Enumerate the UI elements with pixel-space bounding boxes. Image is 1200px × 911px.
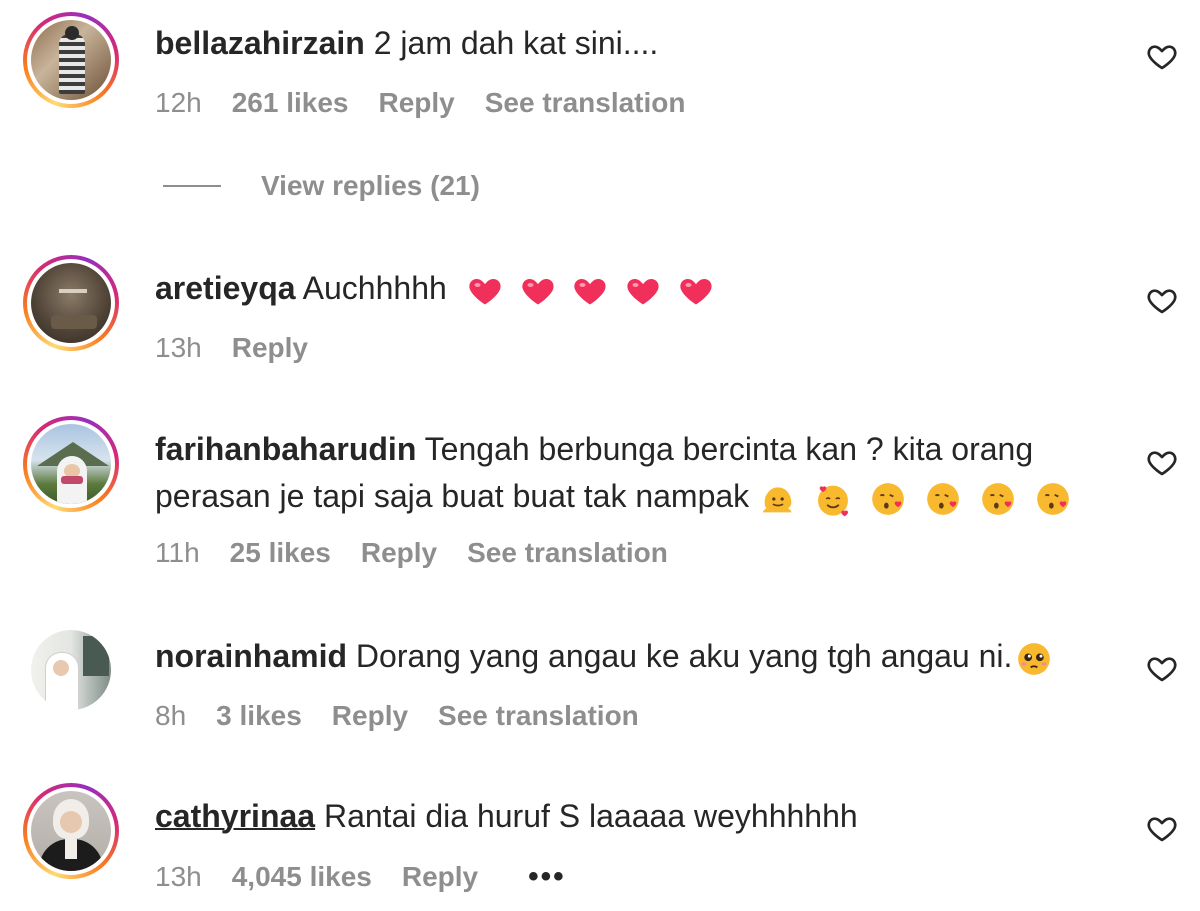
- face-blowing-kiss-emoji: [872, 482, 904, 515]
- story-ring[interactable]: [23, 416, 119, 512]
- comment-body: norainhamid Dorang yang angau ke aku yan…: [155, 633, 1060, 679]
- see-translation-button[interactable]: See translation: [467, 537, 668, 569]
- reply-button[interactable]: Reply: [402, 861, 478, 893]
- comment-meta: 12h 261 likes Reply See translation: [155, 87, 715, 119]
- comment-username[interactable]: norainhamid: [155, 638, 347, 674]
- comment-text-line1: Tengah berbunga bercinta kan ? kita oran…: [424, 431, 1034, 467]
- comment-time: 11h: [155, 537, 200, 568]
- red-heart-emoji: [469, 278, 501, 305]
- melting-face-emoji: [763, 486, 792, 512]
- heart-outline-icon[interactable]: [1145, 40, 1179, 72]
- comment-body: farihanbaharudin Tengah berbunga bercint…: [155, 426, 1033, 472]
- red-heart-emoji: [680, 278, 712, 305]
- view-replies-button[interactable]: View replies (21): [163, 170, 480, 202]
- red-heart-emoji: [574, 278, 607, 305]
- likes-count[interactable]: 261 likes: [232, 87, 349, 119]
- heart-outline-icon[interactable]: [1145, 652, 1179, 684]
- comment-body: bellazahirzain 2 jam dah kat sini....: [155, 20, 658, 66]
- comment-time: 13h: [155, 332, 202, 363]
- comment-text-line2: perasan je tapi saja buat buat tak nampa…: [155, 478, 750, 514]
- avatar[interactable]: [31, 263, 111, 343]
- story-ring[interactable]: [23, 255, 119, 351]
- comment-text: Rantai dia huruf S laaaaa weyhhhhhh: [323, 798, 858, 834]
- avatar[interactable]: [31, 630, 111, 710]
- comment-time: 13h: [155, 861, 202, 892]
- comment-body-line2: perasan je tapi saja buat buat tak nampa…: [155, 473, 1079, 519]
- comment-meta: 8h 3 likes Reply See translation: [155, 700, 669, 732]
- comment-body: cathyrinaa Rantai dia huruf S laaaaa wey…: [155, 793, 858, 839]
- comment-username[interactable]: farihanbaharudin: [155, 431, 416, 467]
- see-translation-button[interactable]: See translation: [438, 700, 639, 732]
- heart-outline-icon[interactable]: [1145, 446, 1179, 478]
- comment-text: Dorang yang angau ke aku yang tgh angau …: [355, 638, 1013, 674]
- comment-time: 8h: [155, 700, 187, 731]
- avatar-container[interactable]: [23, 622, 119, 718]
- emoji-group: [749, 478, 1078, 516]
- red-heart-emoji: [521, 278, 554, 305]
- comment-username[interactable]: bellazahirzain: [155, 25, 365, 61]
- view-replies-label[interactable]: View replies (21): [261, 170, 480, 202]
- heart-outline-icon[interactable]: [1145, 284, 1179, 316]
- comment-text: 2 jam dah kat sini....: [373, 25, 659, 61]
- reply-button[interactable]: Reply: [361, 537, 437, 569]
- comment-time: 12h: [155, 87, 202, 118]
- avatar[interactable]: [31, 791, 111, 871]
- reply-button[interactable]: Reply: [232, 332, 308, 364]
- heart-outline-icon[interactable]: [1145, 812, 1179, 844]
- comment-body: aretieyqa Auchhhhh: [155, 265, 721, 311]
- smiling-face-with-hearts-emoji: [817, 485, 848, 516]
- comment-meta: 13h 4,045 likes Reply •••: [155, 860, 596, 894]
- story-ring[interactable]: [23, 783, 119, 879]
- likes-count[interactable]: 4,045 likes: [232, 861, 372, 893]
- story-ring[interactable]: [23, 12, 119, 108]
- comment-username[interactable]: aretieyqa: [155, 270, 296, 306]
- avatar[interactable]: [31, 424, 111, 504]
- pleading-face-emoji: [1018, 642, 1051, 675]
- comment-username[interactable]: cathyrinaa: [155, 798, 315, 834]
- face-blowing-kiss-emoji: [926, 482, 959, 515]
- likes-count[interactable]: 25 likes: [230, 537, 331, 569]
- comment-meta: 13h Reply: [155, 332, 338, 364]
- red-heart-emoji: [627, 278, 659, 305]
- comment-text: Auchhhhh: [302, 270, 447, 306]
- likes-count[interactable]: 3 likes: [216, 700, 302, 732]
- reply-button[interactable]: Reply: [332, 700, 408, 732]
- face-blowing-kiss-emoji: [981, 482, 1014, 515]
- see-translation-button[interactable]: See translation: [485, 87, 686, 119]
- more-options-icon[interactable]: •••: [528, 860, 566, 894]
- comment-meta: 11h 25 likes Reply See translation: [155, 537, 698, 569]
- avatar[interactable]: [31, 20, 111, 100]
- divider-line: [163, 185, 221, 187]
- reply-button[interactable]: Reply: [379, 87, 455, 119]
- face-blowing-kiss-emoji: [1036, 482, 1069, 515]
- emoji-group: [466, 270, 722, 306]
